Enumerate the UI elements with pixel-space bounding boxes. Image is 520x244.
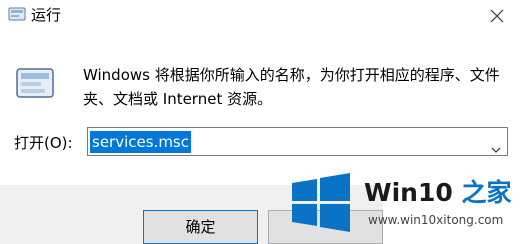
watermark-title-prefix: Win10: [364, 178, 453, 207]
title-bar: 运行: [0, 0, 520, 32]
dialog-description: Windows 将根据你所输入的名称，为你打开相应的程序、文件夹、文档或 Int…: [83, 66, 500, 108]
window-title: 运行: [31, 6, 62, 24]
open-input[interactable]: services.msc: [90, 131, 191, 153]
chevron-down-icon[interactable]: [491, 138, 501, 157]
watermark-url: www.win10xitong.com: [368, 213, 504, 227]
windows-logo-icon: [290, 173, 352, 233]
run-dialog-icon: [16, 66, 56, 100]
watermark-title-suffix: 之家: [452, 178, 512, 207]
ok-button[interactable]: 确定: [143, 210, 258, 244]
watermark-title: Win10 之家: [364, 178, 511, 208]
run-app-icon: [8, 6, 26, 22]
close-button[interactable]: [474, 0, 520, 32]
open-combobox[interactable]: services.msc: [87, 127, 508, 156]
open-label: 打开(O):: [14, 134, 73, 152]
